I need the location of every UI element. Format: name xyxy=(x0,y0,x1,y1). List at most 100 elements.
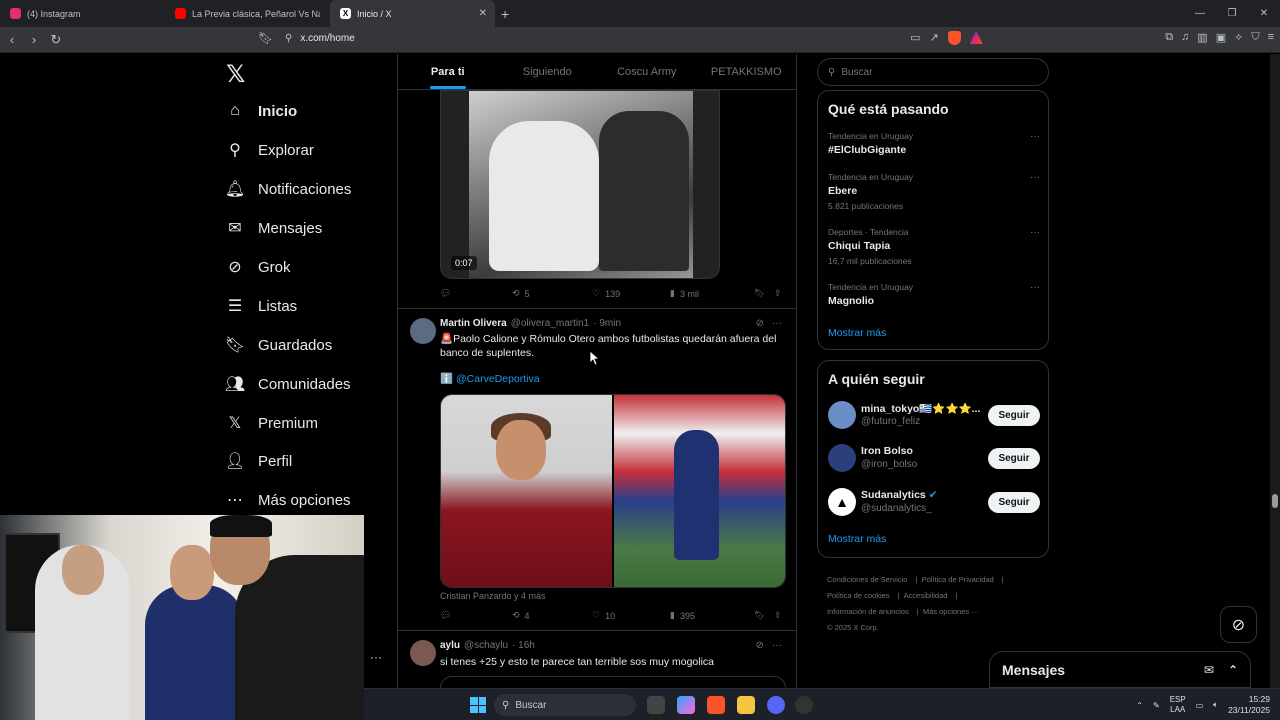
follow-suggestion[interactable]: ▲ Sudanalytics ✔ @sudanalytics_ Seguir xyxy=(828,488,1040,518)
volume-icon[interactable]: 🔈︎ xyxy=(1213,700,1218,710)
reply-button[interactable]: 💬︎ xyxy=(440,288,512,299)
discord-icon[interactable] xyxy=(767,696,785,714)
author-handle[interactable]: @schaylu xyxy=(464,640,508,651)
avatar[interactable] xyxy=(410,640,436,666)
sidebar-icon[interactable]: ▥ xyxy=(1197,31,1207,44)
pen-icon[interactable]: ✎ xyxy=(1153,701,1160,710)
new-tab-button[interactable]: + xyxy=(501,6,509,22)
avatar[interactable] xyxy=(410,318,436,344)
trend-item[interactable]: Deportes · Tendencia Chiqui Tapia 16,7 m… xyxy=(828,227,1040,266)
more-icon[interactable]: ··· xyxy=(1030,131,1040,142)
mention-link[interactable]: @CarveDeportiva xyxy=(456,373,540,385)
search-input[interactable]: ⚲ Buscar xyxy=(817,58,1049,86)
media-image-left[interactable] xyxy=(441,395,612,587)
repost-button[interactable]: ⟲ 4 xyxy=(512,610,592,621)
views-button[interactable]: ▮ 395 xyxy=(670,610,754,621)
author-name[interactable]: aylu xyxy=(440,640,460,651)
language-indicator[interactable]: ESP LAA xyxy=(1170,695,1186,715)
more-icon[interactable]: ··· xyxy=(1030,172,1040,183)
share-icon[interactable]: ↗ xyxy=(929,31,938,45)
menu-icon[interactable]: ≡ xyxy=(1268,31,1274,44)
scrollbar-thumb[interactable] xyxy=(1272,494,1278,508)
reply-button[interactable]: 💬︎ xyxy=(440,610,512,621)
show-more-link[interactable]: Mostrar más xyxy=(828,533,886,545)
tab-petakkismo[interactable]: PETAKKISMO xyxy=(697,54,797,89)
wallet-icon[interactable]: ▣ xyxy=(1216,31,1226,44)
bookmark-page-icon[interactable]: 🔖︎ xyxy=(258,31,273,45)
nav-item-perfil[interactable]: 👤︎ Perfil xyxy=(225,452,292,471)
more-icon[interactable]: ··· xyxy=(772,640,782,651)
tab-coscu-army[interactable]: Coscu Army xyxy=(597,54,697,89)
nav-item-listas[interactable]: ☰ Listas xyxy=(226,297,297,316)
footer-link[interactable]: Accesibilidad xyxy=(904,591,948,600)
nav-item-explorar[interactable]: ⚲ Explorar xyxy=(226,141,314,160)
author-handle[interactable]: @olivera_martin1 xyxy=(511,318,590,329)
minimize-icon[interactable]: — xyxy=(1184,0,1216,27)
grok-floating-button[interactable]: ⊘ xyxy=(1220,606,1257,643)
expand-icon[interactable]: ⌃ xyxy=(1228,663,1238,677)
repost-button[interactable]: ⟲ 5 xyxy=(512,288,592,299)
avatar[interactable] xyxy=(828,444,856,472)
screenshot-icon[interactable]: ⧉ xyxy=(1165,31,1173,44)
close-tab-icon[interactable]: ✕ xyxy=(479,8,487,19)
nav-item-guardados[interactable]: 🔖︎ Guardados xyxy=(225,336,332,355)
nav-item-notificaciones[interactable]: 🔔︎ Notificaciones xyxy=(225,180,352,199)
back-icon[interactable]: ‹ xyxy=(2,30,22,50)
tweet-time[interactable]: · 16h xyxy=(512,640,535,651)
trend-item[interactable]: Tendencia en Uruguay #ElClubGigante ··· xyxy=(828,131,1040,156)
nav-item-comunidades[interactable]: 👥︎ Comunidades xyxy=(225,375,351,394)
trend-item[interactable]: Tendencia en Uruguay Ebere 5.821 publica… xyxy=(828,172,1040,211)
x-logo-icon[interactable]: 𝕏 xyxy=(226,60,245,89)
tab-siguiendo[interactable]: Siguiendo xyxy=(498,54,598,89)
share-button[interactable]: ⇪ xyxy=(774,288,782,299)
leo-ai-icon[interactable]: ✧ xyxy=(1234,31,1243,44)
follow-button[interactable]: Seguir xyxy=(988,448,1040,469)
grok-icon[interactable]: ⊘ xyxy=(756,640,764,651)
taskbar-search[interactable]: ⚲ Buscar xyxy=(494,694,636,716)
show-more-link[interactable]: Mostrar más xyxy=(828,327,886,339)
trend-item[interactable]: Tendencia en Uruguay Magnolio ··· xyxy=(828,282,1040,307)
share-button[interactable]: ⇪ xyxy=(774,610,782,621)
nav-item-premium[interactable]: 𝕏 Premium xyxy=(226,414,318,433)
footer-link[interactable]: Política de cookies xyxy=(827,591,890,600)
nav-item-mensajes[interactable]: ✉ Mensajes xyxy=(226,219,322,238)
tweet-media[interactable] xyxy=(440,394,786,588)
media-image-right[interactable] xyxy=(614,395,785,587)
footer-link[interactable]: Política de Privacidad xyxy=(922,575,994,584)
bookmark-button[interactable]: 🔖︎ xyxy=(754,610,774,621)
footer-link[interactable]: Condiciones de Servicio xyxy=(827,575,907,584)
cast-icon[interactable]: ▭ xyxy=(910,31,920,45)
views-button[interactable]: ▮ 3 mil xyxy=(670,288,754,299)
follow-button[interactable]: Seguir xyxy=(988,492,1040,513)
footer-link[interactable]: Más opciones ··· xyxy=(923,607,979,616)
nav-item-mas-opciones[interactable]: ⋯ Más opciones xyxy=(226,491,351,510)
tab-para-ti[interactable]: Para ti xyxy=(398,54,498,89)
network-icon[interactable]: ▭ xyxy=(1196,701,1204,710)
follow-suggestion[interactable]: Iron Bolso @iron_bolso Seguir xyxy=(828,444,1040,474)
like-button[interactable]: ♡ 139 xyxy=(592,288,670,299)
site-info-icon[interactable]: ⚲ xyxy=(285,33,292,44)
messages-dock[interactable]: Mensajes ✉ ⌃ xyxy=(989,651,1251,688)
nav-item-inicio[interactable]: ⌂ Inicio xyxy=(226,102,297,120)
avatar[interactable] xyxy=(828,401,856,429)
clock[interactable]: 15:29 23/11/2025 xyxy=(1228,694,1270,716)
more-icon[interactable]: ··· xyxy=(1030,227,1040,238)
media-tags[interactable]: Cristian Panzardo y 4 más xyxy=(440,591,546,601)
tweet-video[interactable]: 0:07 xyxy=(440,90,720,279)
page-scrollbar[interactable] xyxy=(1270,54,1280,688)
windows-start-icon[interactable] xyxy=(470,697,486,713)
grok-icon[interactable]: ⊘ xyxy=(756,318,764,329)
follow-suggestion[interactable]: mina_tokyo🇺🇾⭐⭐⭐... @futuro_feliz Seguir xyxy=(828,401,1040,431)
task-view-icon[interactable] xyxy=(647,696,665,714)
nav-item-grok[interactable]: ⊘ Grok xyxy=(226,258,290,277)
author-name[interactable]: Martin Olivera xyxy=(440,318,507,329)
sudanalytics-logo-icon[interactable]: ▲ xyxy=(828,488,856,516)
more-icon[interactable]: ··· xyxy=(772,318,782,329)
brave-rewards-icon[interactable] xyxy=(969,31,983,44)
like-button[interactable]: ♡ 10 xyxy=(592,610,670,621)
more-icon[interactable]: ··· xyxy=(370,650,382,664)
copilot-icon[interactable] xyxy=(677,696,695,714)
tab-youtube[interactable]: La Previa clásica, Peñarol Vs Naci xyxy=(165,0,330,27)
vpn-icon[interactable]: ⛉ xyxy=(1251,31,1259,44)
url-field[interactable]: ⚲ x.com/home xyxy=(285,33,355,44)
